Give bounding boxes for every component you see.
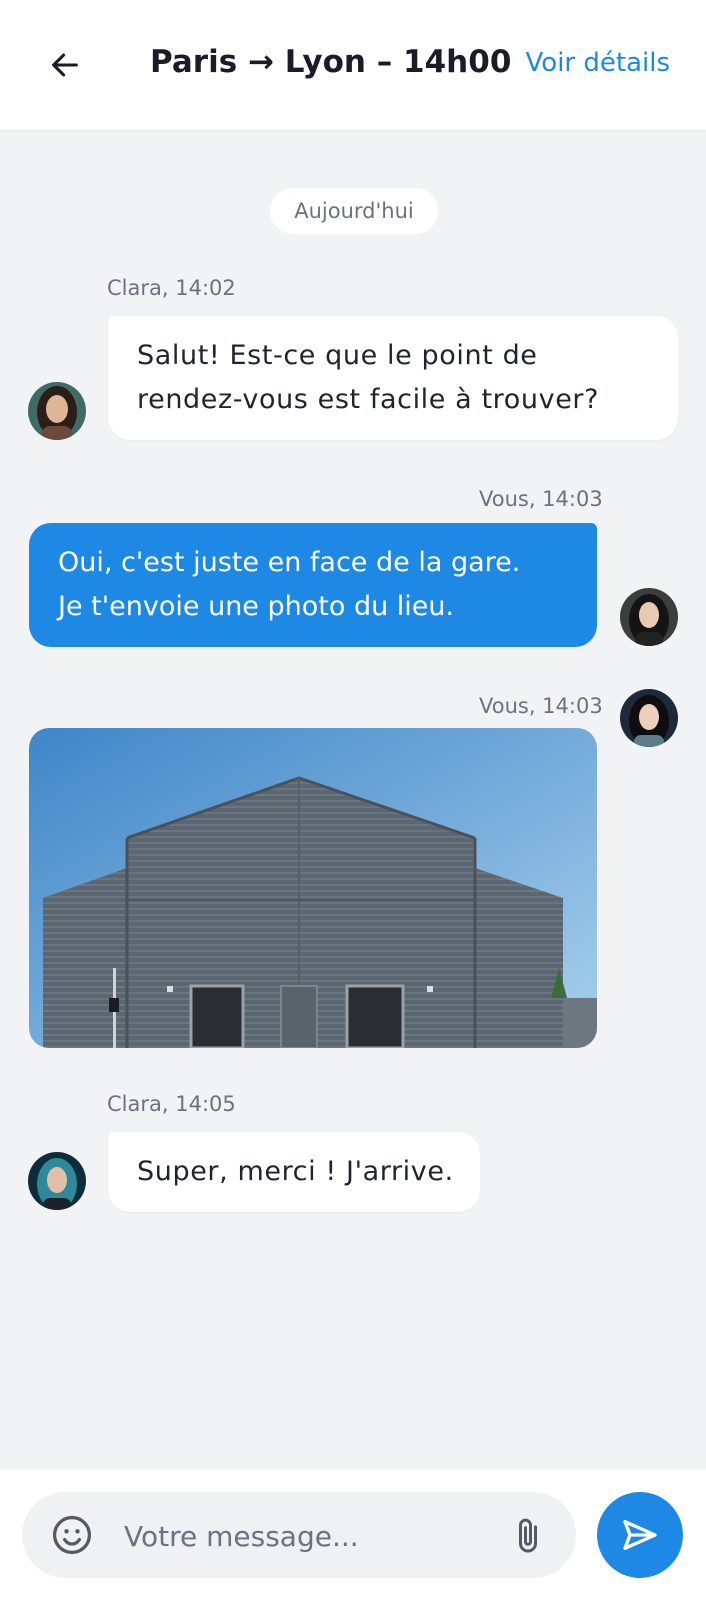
chat-header: Paris → Lyon – 14h00 Voir détails <box>0 0 706 130</box>
smiley-icon[interactable] <box>50 1513 94 1557</box>
message-bubble: Salut! Est-ce que le point de rendez-vou… <box>108 316 678 440</box>
arrow-left-icon <box>52 53 78 77</box>
message-meta: Vous, 14:03 <box>479 694 603 718</box>
photo-attachment[interactable] <box>29 728 597 1048</box>
message-meta: Clara, 14:02 <box>107 276 236 300</box>
message-input[interactable] <box>122 1510 506 1562</box>
message-composer <box>0 1470 706 1600</box>
view-details-link[interactable]: Voir détails <box>526 48 670 78</box>
message-text: Salut! Est-ce que le point de <box>137 340 538 371</box>
day-separator: Aujourd'hui <box>270 188 438 234</box>
avatar[interactable] <box>28 1152 86 1210</box>
message-input-container <box>22 1492 576 1578</box>
avatar[interactable] <box>620 689 678 747</box>
message-bubble: Oui, c'est juste en face de la gare. Je … <box>29 523 597 647</box>
message-meta: Clara, 14:05 <box>107 1092 236 1116</box>
message-meta: Vous, 14:03 <box>479 487 603 511</box>
send-button[interactable] <box>597 1492 683 1578</box>
avatar[interactable] <box>620 588 678 646</box>
paperclip-icon[interactable] <box>508 1514 548 1558</box>
message-text: Super, merci ! J'arrive. <box>137 1156 454 1187</box>
back-button[interactable] <box>40 40 90 90</box>
message-text: Oui, c'est juste en face de la gare. <box>58 547 521 578</box>
avatar[interactable] <box>28 382 86 440</box>
send-icon <box>623 1520 657 1550</box>
message-text: rendez-vous est facile à trouver? <box>137 384 600 415</box>
message-bubble: Super, merci ! J'arrive. <box>108 1132 480 1212</box>
page-title: Paris → Lyon – 14h00 <box>150 44 512 80</box>
message-text: Je t'envoie une photo du lieu. <box>58 591 455 622</box>
